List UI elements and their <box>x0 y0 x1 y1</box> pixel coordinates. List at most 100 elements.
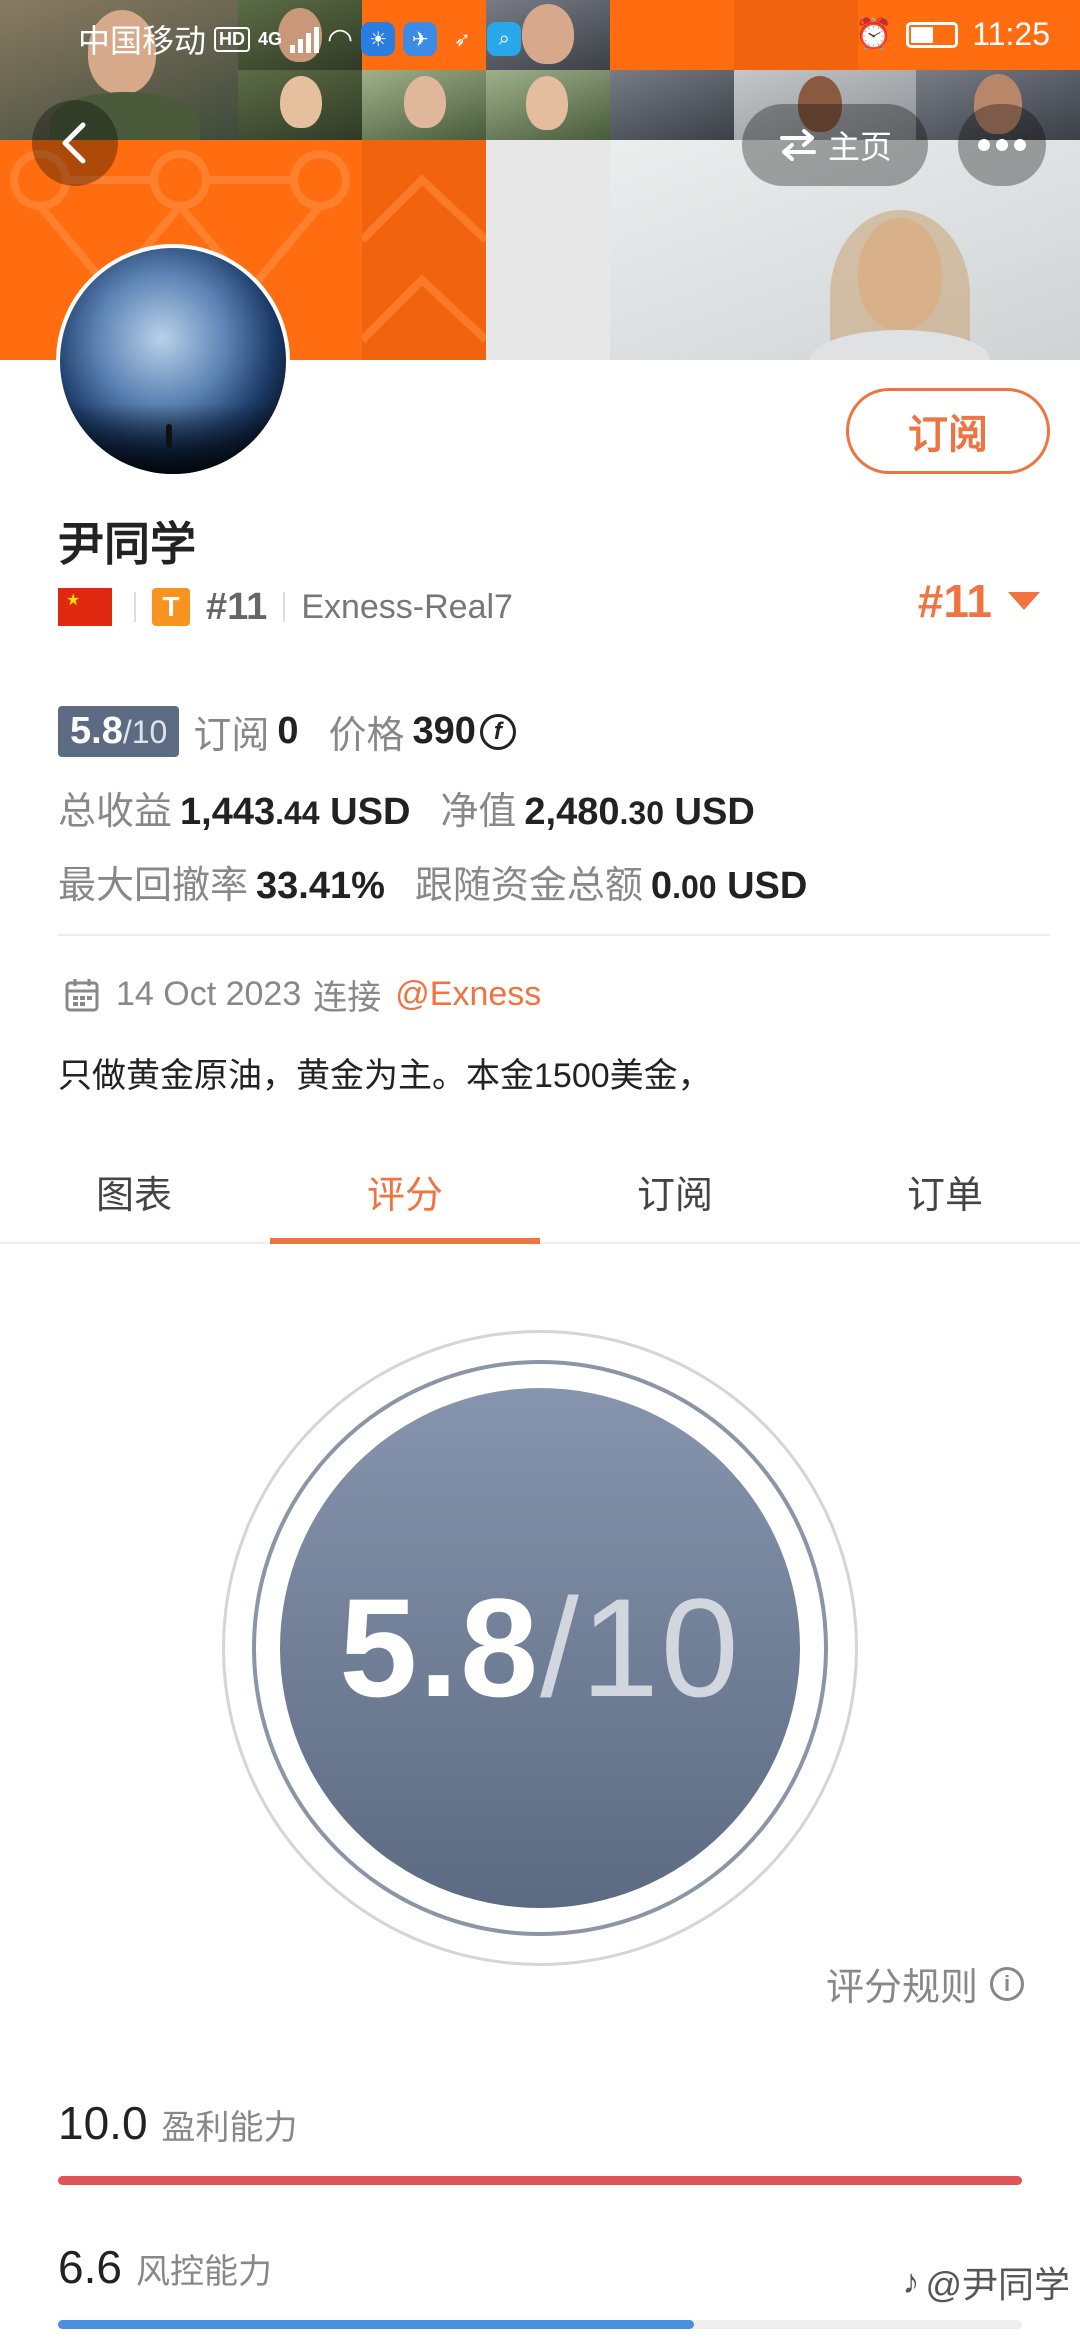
china-flag-icon: ★ <box>58 588 112 626</box>
info-icon: i <box>990 1966 1024 2001</box>
metric-value: 6.6 <box>58 2241 122 2293</box>
metric-bar-fill <box>58 2320 695 2329</box>
stats-row-1: 5.8/10 订阅 0 价格 390 f <box>58 704 516 759</box>
equity-main: 2,480 <box>524 791 620 833</box>
tab-rating[interactable]: 评分 <box>270 1140 540 1244</box>
equity-label: 净值 <box>440 791 517 833</box>
caret-down-icon <box>1008 592 1040 610</box>
tab-subscribe[interactable]: 订阅 <box>540 1140 810 1242</box>
total-profit-main: 1,443 <box>180 791 276 833</box>
watermark-text: @尹同学 <box>925 2264 1070 2305</box>
banner-photo <box>362 70 486 140</box>
metric-risk-control: 6.6 风控能力 <box>58 2240 272 2294</box>
trader-meta: ★ T #11 Exness-Real7 <box>58 584 513 630</box>
banner-photo <box>486 70 610 140</box>
connection-label: 连接 <box>313 979 382 1017</box>
score-big-max: /10 <box>540 1569 741 1726</box>
banner-photo <box>610 70 734 140</box>
clock-time: 11:25 <box>972 16 1050 52</box>
tab-chart[interactable]: 图表 <box>0 1140 270 1242</box>
battery-icon <box>906 21 959 48</box>
follow-funds-value: 0.00 USD <box>651 865 807 908</box>
equity-decimal: .30 <box>619 795 664 831</box>
wifi-icon: ◠ <box>327 22 354 56</box>
tab-orders[interactable]: 订单 <box>810 1140 1080 1242</box>
equity-unit: USD <box>674 791 755 833</box>
swap-arrows-icon <box>779 129 816 161</box>
score-chip-denominator: /10 <box>122 714 168 750</box>
stats-row-2: 总收益 1,443.44 USD 净值 2,480.30 USD <box>58 780 785 835</box>
follow-funds-label: 跟随资金总额 <box>414 865 643 907</box>
banner-pattern <box>362 174 486 343</box>
connection-date: 14 Oct 2023 <box>116 975 302 1013</box>
broker-link[interactable]: @Exness <box>395 975 541 1014</box>
rating-rules-label: 评分规则 <box>825 1967 978 2009</box>
more-button[interactable] <box>958 104 1046 186</box>
home-label: 主页 <box>827 129 892 165</box>
max-drawdown-label: 最大回撤率 <box>58 865 249 907</box>
score-big: 5.8/10 <box>339 1567 740 1729</box>
tiktok-icon: ♪ <box>902 2262 920 2301</box>
follow-funds-unit: USD <box>727 865 808 907</box>
trader-badge: T <box>152 588 190 626</box>
home-button[interactable]: 主页 <box>742 104 928 186</box>
search-app-icon: ⌕ <box>487 22 522 56</box>
status-bar: 中国移动 HD 4G ◠ ☀ ✈ ➶ ⌕ ⏰ 11:25 <box>0 0 1080 70</box>
price-value: 390 <box>412 710 476 752</box>
tab-bar: 图表 评分 订阅 订单 <box>0 1140 1080 1244</box>
subscribe-button[interactable]: 订阅 <box>846 388 1050 474</box>
total-profit-label: 总收益 <box>58 791 173 833</box>
rank-dropdown-label: #11 <box>917 575 992 627</box>
rank-dropdown[interactable]: #11 <box>918 574 1040 628</box>
meta-divider <box>283 592 286 622</box>
server-label: Exness-Real7 <box>301 587 513 626</box>
metric-label: 盈利能力 <box>161 2109 298 2147</box>
subscribers-label: 订阅 <box>193 715 270 757</box>
meta-divider <box>134 592 136 622</box>
leaf-app-icon: ➶ <box>453 28 471 51</box>
metric-bar-track <box>58 2320 1022 2329</box>
metric-value: 10.0 <box>58 2097 148 2149</box>
compass-app-icon: ✈ <box>403 22 438 56</box>
more-dots-icon <box>978 139 990 151</box>
price-label: 价格 <box>328 715 405 757</box>
total-profit-unit: USD <box>330 791 411 833</box>
score-circle: 5.8/10 <box>280 1388 800 1908</box>
follow-funds-main: 0 <box>650 865 673 907</box>
score-big-value: 5.8 <box>339 1569 540 1726</box>
metric-bar-fill <box>58 2176 1022 2185</box>
trader-description: 只做黄金原油，黄金为主。本金1500美金， <box>58 1057 712 1095</box>
watermark: ♪ @尹同学 <box>902 2256 1070 2308</box>
rating-rules-link[interactable]: 评分规则 i <box>826 1956 1024 2011</box>
score-chip: 5.8/10 <box>58 706 180 757</box>
max-drawdown-value: 33.41% <box>256 865 385 907</box>
metric-label: 风控能力 <box>135 2253 272 2291</box>
rank-label: #11 <box>206 585 268 628</box>
status-right: ⏰ 11:25 <box>855 16 1050 53</box>
follow-funds-decimal: .00 <box>672 869 717 905</box>
total-profit-value: 1,443.44 USD <box>180 791 410 834</box>
trader-name: 尹同学 <box>58 518 196 570</box>
avatar-earth-image <box>60 248 286 474</box>
score-chip-value: 5.8 <box>70 710 123 752</box>
alarm-icon: ⏰ <box>854 18 893 51</box>
avatar[interactable] <box>56 244 290 478</box>
stats-row-3: 最大回撤率 33.41% 跟随资金总额 0.00 USD <box>58 854 837 909</box>
connection-row: 14 Oct 2023 连接 @Exness <box>64 970 541 1019</box>
signal-icon <box>290 25 320 53</box>
total-profit-decimal: .44 <box>275 795 320 831</box>
lightbulb-app-icon: ☀ <box>361 22 396 56</box>
status-left: 中国移动 HD 4G ◠ ☀ ✈ ➶ ⌕ <box>78 16 522 62</box>
back-button[interactable] <box>32 100 118 186</box>
metric-profitability: 10.0 盈利能力 <box>58 2096 298 2150</box>
carrier-label: 中国移动 <box>78 23 207 59</box>
banner-tile <box>486 140 610 360</box>
coin-icon: f <box>479 713 516 750</box>
equity-value: 2,480.30 USD <box>524 791 754 834</box>
banner-photo <box>238 70 362 140</box>
network-label: 4G <box>258 28 283 49</box>
calendar-icon <box>65 978 99 1011</box>
more-dot <box>996 139 1008 151</box>
more-dot <box>1014 139 1026 151</box>
section-divider <box>58 934 1050 936</box>
